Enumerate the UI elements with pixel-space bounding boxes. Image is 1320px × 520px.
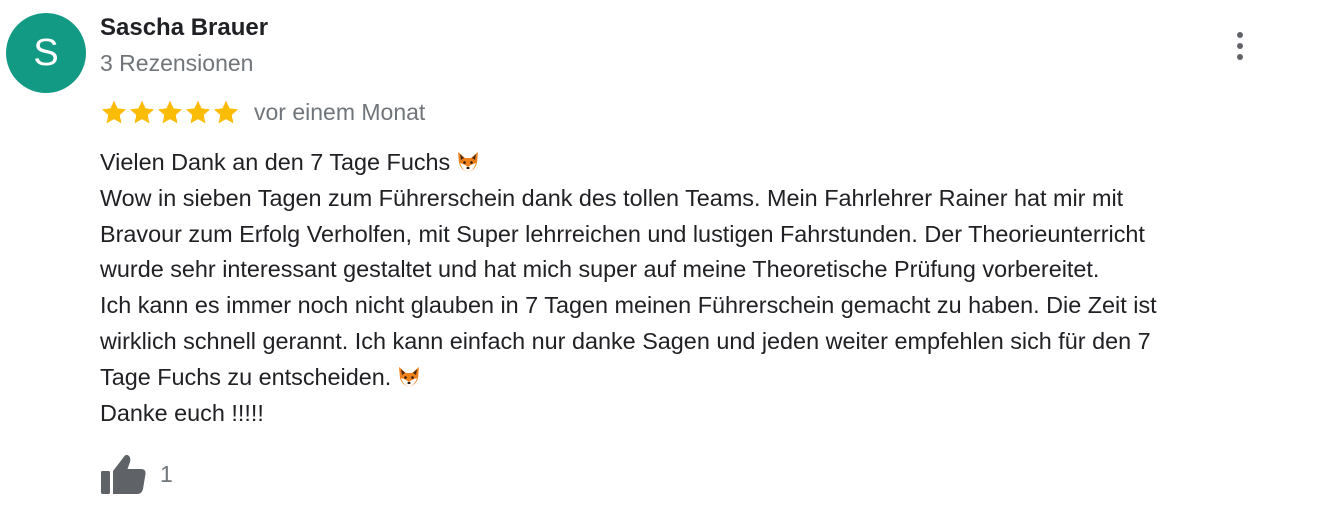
review-date: vor einem Monat <box>254 98 426 125</box>
more-vert-icon <box>1237 32 1243 60</box>
review-line: Wow in sieben Tagen zum Führerschein dan… <box>100 184 1124 211</box>
reviewer-review-count[interactable]: 3 Rezensionen <box>100 50 253 77</box>
avatar[interactable]: S <box>6 13 86 93</box>
like-count: 1 <box>160 460 173 487</box>
review-line: Tage Fuchs zu entscheiden. <box>100 360 1300 396</box>
like-button[interactable]: 1 <box>100 452 173 496</box>
star-icon <box>128 98 156 126</box>
rating-row: vor einem Monat <box>100 96 425 128</box>
avatar-initial: S <box>33 31 59 74</box>
thumbs-up-icon <box>100 452 148 496</box>
more-options-button[interactable] <box>1224 26 1256 66</box>
star-icon <box>156 98 184 126</box>
star-icon <box>100 98 128 126</box>
review-line: wirklich schnell gerannt. Ich kann einfa… <box>100 327 1151 354</box>
review-line: Ich kann es immer noch nicht glauben in … <box>100 292 1157 319</box>
reviewer-name[interactable]: Sascha Brauer <box>100 14 268 42</box>
review-line: Vielen Dank an den 7 Tage Fuchs <box>100 145 1300 181</box>
review-line: Danke euch !!!!! <box>100 399 264 426</box>
review-line: Bravour zum Erfolg Verholfen, mit Super … <box>100 220 1145 247</box>
star-icon <box>212 98 240 126</box>
fox-face-icon <box>397 366 421 388</box>
review-text: Vielen Dank an den 7 Tage Fuchs Wow in s… <box>100 145 1300 431</box>
fox-face-icon <box>456 151 480 173</box>
review-line: wurde sehr interessant gestaltet und hat… <box>100 256 1100 283</box>
star-icon <box>184 98 212 126</box>
star-rating <box>100 98 240 126</box>
